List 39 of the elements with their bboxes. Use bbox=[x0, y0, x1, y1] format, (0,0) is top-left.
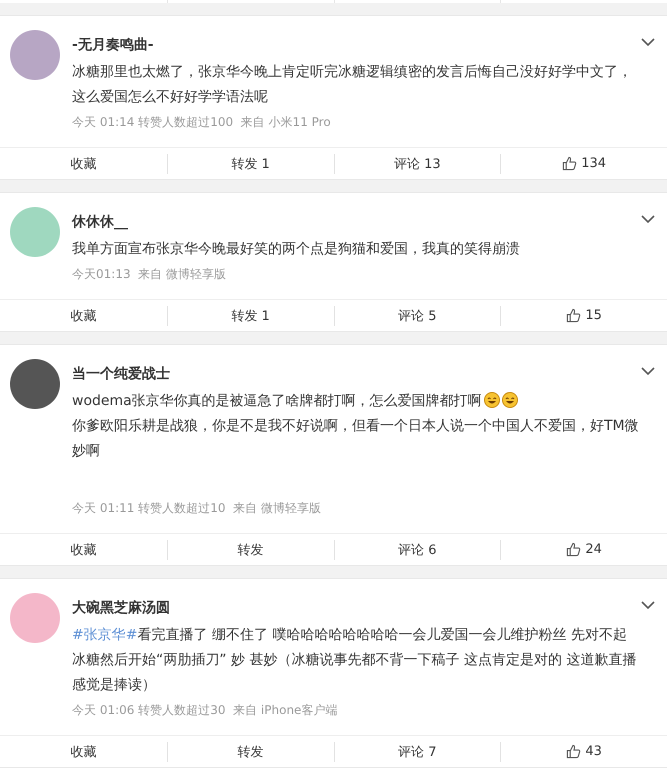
post-text: wodema张京华你真的是被逼急了啥牌都打啊，怎么爱国牌都打啊 你爹欧阳乐耕是战狼，你是不是我不好说啊，但看一个日本人说一个中国人不爱国，好TM微妙啊 bbox=[72, 391, 639, 461]
thumbs-up-icon[interactable] bbox=[566, 308, 582, 323]
repost-button[interactable]: 转发 1 bbox=[231, 154, 270, 172]
chevron-down-icon[interactable] bbox=[641, 367, 655, 376]
favorite-button[interactable]: 收藏 bbox=[70, 742, 96, 760]
author-name[interactable]: 休休休__ bbox=[72, 213, 639, 231]
like-count[interactable]: 134 bbox=[581, 156, 606, 171]
like-count[interactable]: 24 bbox=[585, 542, 602, 557]
post-meta: 今天01:13 来自 微博轻享版 bbox=[72, 266, 228, 283]
post-meta: 今天 01:14 转赞人数超过100 来自 小米11 Pro bbox=[72, 114, 332, 131]
chevron-down-icon[interactable] bbox=[641, 215, 655, 224]
repost-button[interactable]: 转发 1 bbox=[231, 306, 270, 324]
author-name[interactable]: 当一个纯爱战士 bbox=[72, 365, 639, 383]
author-name[interactable]: 大碗黑芝麻汤圆 bbox=[72, 599, 639, 617]
like-count[interactable]: 43 bbox=[585, 744, 602, 759]
post-meta: 今天 01:11 转赞人数超过10 来自 微博轻享版 bbox=[72, 500, 322, 517]
post-text: #张京华#看完直播了 绷不住了 噗哈哈哈哈哈哈哈哈一会儿爱国一会儿维护粉丝 先对不起冰糖然后开始“两肋插刀” 妙 甚妙（冰糖说事先都不背一下稿子 这点肯定是对的 这道歉直播感觉是捧读） bbox=[72, 626, 638, 695]
author-name[interactable]: -无月奏鸣曲- bbox=[72, 36, 639, 54]
chevron-down-icon[interactable] bbox=[641, 601, 655, 610]
like-count[interactable]: 15 bbox=[585, 308, 602, 323]
comment-button[interactable]: 评论 5 bbox=[398, 306, 437, 324]
comment-button[interactable]: 评论 6 bbox=[398, 540, 437, 558]
laughing-emoji-icon bbox=[484, 392, 500, 408]
thumbs-up-icon[interactable] bbox=[566, 542, 582, 557]
post-meta: 今天 01:06 转赞人数超过30 来自 iPhone客户端 bbox=[72, 702, 338, 719]
chevron-down-icon[interactable] bbox=[641, 38, 655, 47]
comment-button[interactable]: 评论 7 bbox=[398, 742, 437, 760]
favorite-button[interactable]: 收藏 bbox=[70, 154, 96, 172]
laughing-emoji-icon bbox=[502, 392, 518, 408]
post-text: 我单方面宣布张京华今晚最好笑的两个点是狗猫和爱国，我真的笑得崩溃 bbox=[72, 240, 521, 259]
favorite-button[interactable]: 收藏 bbox=[70, 540, 96, 558]
thumbs-up-icon[interactable] bbox=[562, 156, 578, 171]
post-text: 冰糖那里也太燃了，张京华今晚上肯定听完冰糖逻辑缜密的发言后悔自己没好好学中文了，这么爱国怎么不好好学学语法呢 bbox=[72, 63, 633, 107]
avatar[interactable] bbox=[10, 359, 60, 409]
favorite-button[interactable]: 收藏 bbox=[70, 306, 96, 324]
repost-button[interactable]: 转发 bbox=[238, 540, 264, 558]
comment-button[interactable]: 评论 13 bbox=[394, 154, 441, 172]
thumbs-up-icon[interactable] bbox=[566, 744, 582, 759]
repost-button[interactable]: 转发 bbox=[238, 742, 264, 760]
